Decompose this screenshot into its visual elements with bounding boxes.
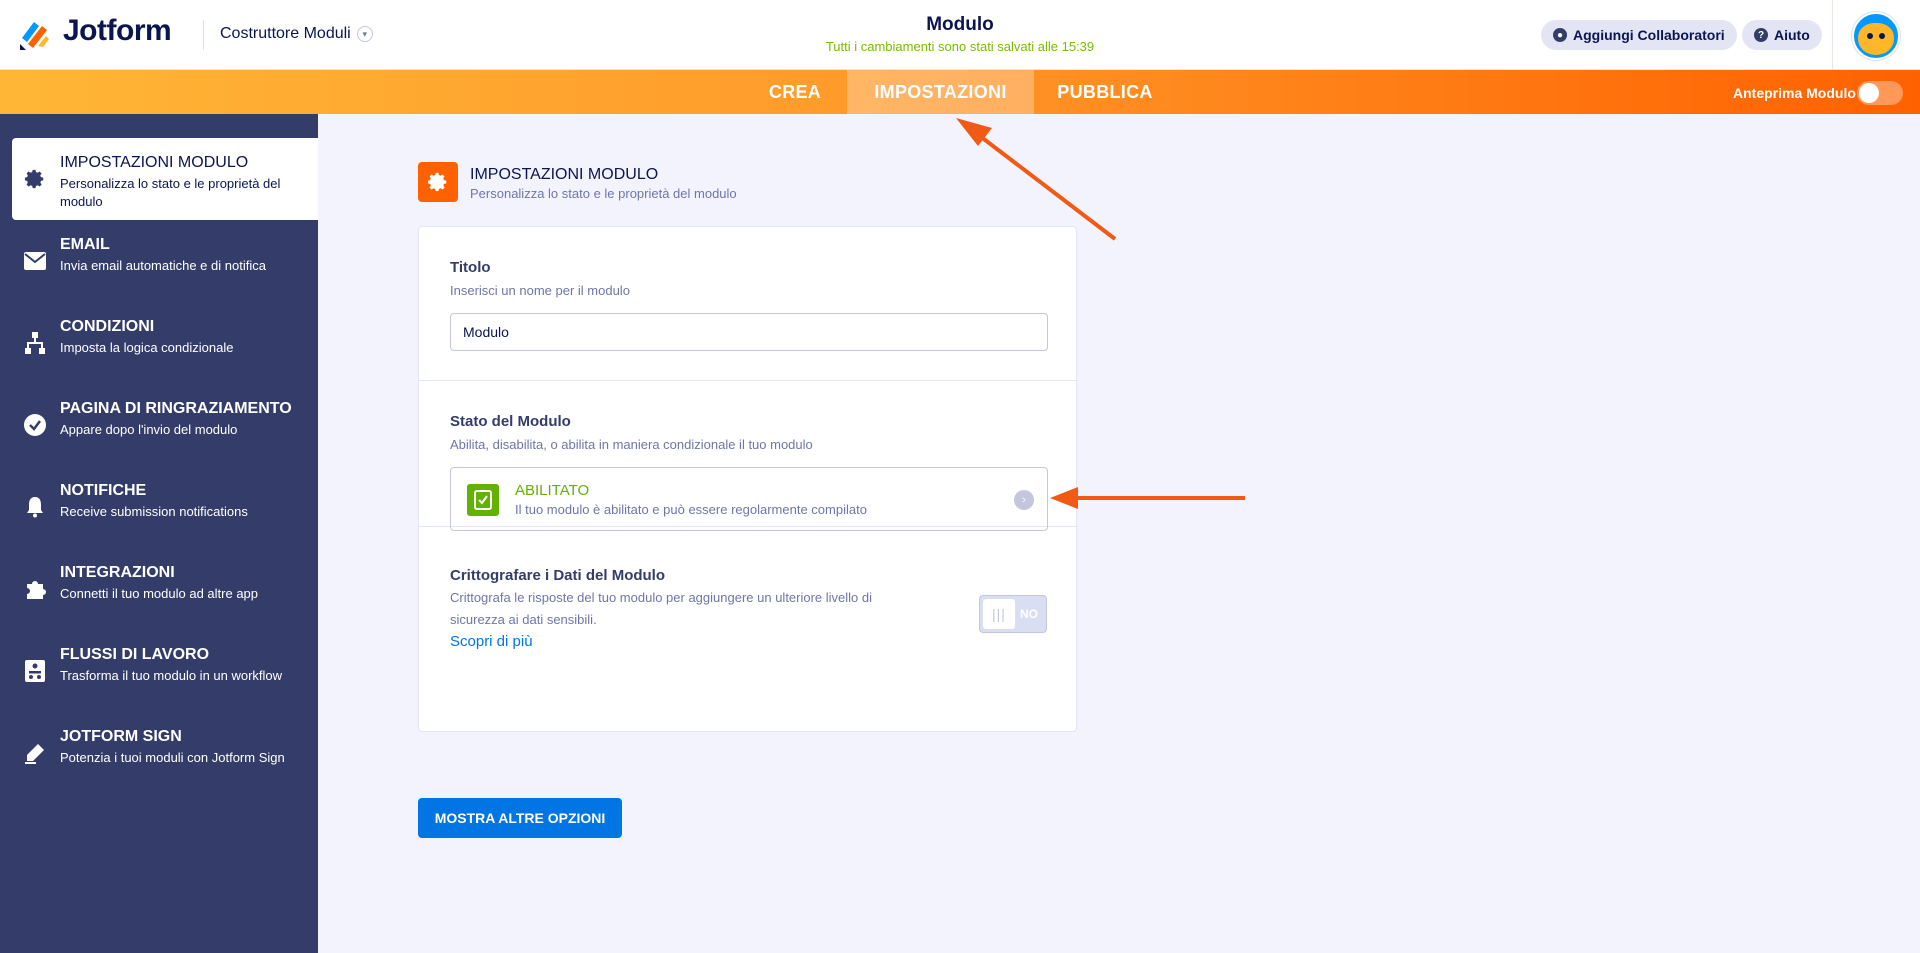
sidebar-item-desc: Invia email automatiche e di notifica — [60, 258, 266, 273]
gear-icon — [418, 162, 458, 202]
question-icon: ? — [1754, 28, 1768, 42]
encrypt-label: Crittografare i Dati del Modulo — [450, 567, 666, 584]
status-value: ABILITATO — [515, 482, 590, 499]
sidebar-item-title: NOTIFICHE — [60, 482, 147, 499]
sidebar-item-desc: Trasforma il tuo modulo in un workflow — [60, 668, 283, 683]
status-setting: Stato del Modulo Abilita, disabilita, o … — [419, 381, 1078, 531]
settings-card: Titolo Inserisci un nome per il modulo S… — [418, 226, 1078, 732]
status-label: Stato del Modulo — [450, 413, 571, 430]
builder-dropdown[interactable]: Costruttore Moduli ▾ — [220, 25, 373, 43]
brand-name[interactable]: Jotform — [63, 14, 172, 48]
sidebar-item-title: FLUSSI DI LAVORO — [60, 646, 210, 663]
tab-crea[interactable]: CREA — [745, 70, 845, 114]
header-divider — [203, 20, 204, 50]
title-setting: Titolo Inserisci un nome per il modulo — [419, 227, 1078, 381]
sidebar-item-desc: Appare dopo l'invio del modulo — [60, 422, 238, 437]
title-help: Inserisci un nome per il modulo — [450, 283, 630, 298]
preview-label: Anteprima Modulo — [1733, 85, 1856, 101]
check-circle-icon — [24, 414, 46, 436]
sidebar-item-title: EMAIL — [60, 236, 110, 253]
sidebar-item-flussi-di-lavoro[interactable]: FLUSSI DI LAVORO Trasforma il tuo modulo… — [12, 630, 318, 712]
arrow-to-status — [1050, 487, 1245, 509]
avatar-divider — [1832, 0, 1833, 70]
show-more-options-button[interactable]: MOSTRA ALTRE OPZIONI — [418, 798, 622, 838]
sidebar-item-integrazioni[interactable]: INTEGRAZIONI Connetti il tuo modulo ad a… — [12, 548, 318, 630]
learn-more-link[interactable]: Scopri di più — [450, 633, 533, 650]
encrypt-toggle-label: NO — [1020, 607, 1038, 621]
main-nav: CREA IMPOSTAZIONI PUBBLICA Anteprima Mod… — [0, 70, 1920, 114]
sidebar-item-desc: Potenzia i tuoi moduli con Jotform Sign — [60, 750, 285, 765]
jotform-logo-icon[interactable] — [18, 16, 50, 52]
form-enabled-icon — [467, 484, 499, 516]
form-title-input[interactable] — [450, 313, 1048, 351]
preview-toggle[interactable] — [1857, 81, 1903, 105]
avatar-face-icon — [1858, 23, 1894, 55]
gear-icon — [24, 168, 46, 190]
grip-icon: ||| — [983, 599, 1015, 629]
builder-label: Costruttore Moduli — [220, 25, 351, 42]
add-collaborators-button[interactable]: ● Aggiungi Collaboratori — [1541, 20, 1737, 50]
sidebar-item-title: JOTFORM SIGN — [60, 728, 182, 745]
bell-icon — [24, 496, 46, 518]
toggle-knob — [1859, 83, 1879, 103]
tab-pubblica[interactable]: PUBBLICA — [1034, 70, 1176, 114]
top-bar: Jotform Costruttore Moduli ▾ Modulo Tutt… — [0, 0, 1920, 70]
avatar[interactable] — [1852, 12, 1900, 60]
arrow-to-settings-tab — [956, 118, 1117, 241]
section-desc: Personalizza lo stato e le proprietà del… — [470, 186, 737, 201]
sidebar-item-email[interactable]: EMAIL Invia email automatiche e di notif… — [12, 220, 318, 302]
tab-impostazioni[interactable]: IMPOSTAZIONI — [847, 70, 1034, 114]
encrypt-help-line2: sicurezza ai dati sensibili. — [450, 612, 597, 627]
encrypt-toggle[interactable]: ||| NO — [979, 595, 1047, 633]
sidebar-item-desc: Imposta la logica condizionale — [60, 340, 234, 355]
puzzle-icon — [24, 578, 46, 600]
settings-sidebar: IMPOSTAZIONI MODULO Personalizza lo stat… — [0, 114, 318, 953]
sidebar-item-title: CONDIZIONI — [60, 318, 155, 335]
help-button[interactable]: ? Aiuto — [1742, 20, 1822, 50]
chevron-down-icon: ▾ — [356, 26, 373, 42]
envelope-icon — [24, 250, 46, 272]
form-status-selector[interactable]: ABILITATO Il tuo modulo è abilitato e pu… — [450, 467, 1048, 531]
sidebar-item-title: IMPOSTAZIONI MODULO — [60, 154, 249, 171]
sidebar-item-title: PAGINA DI RINGRAZIAMENTO — [60, 400, 292, 417]
sidebar-item-desc: Personalizza lo stato e le proprietà del… — [60, 176, 281, 209]
sidebar-item-desc: Connetti il tuo modulo ad altre app — [60, 586, 259, 601]
title-label: Titolo — [450, 259, 491, 276]
section-title: IMPOSTAZIONI MODULO — [470, 166, 659, 183]
encrypt-help-line1: Crittografa le risposte del tuo modulo p… — [450, 590, 873, 605]
help-label: Aiuto — [1774, 27, 1810, 43]
status-help: Abilita, disabilita, o abilita in manier… — [450, 437, 813, 452]
pen-icon — [24, 742, 46, 764]
workflow-icon — [24, 660, 46, 682]
sidebar-item-jotform-sign[interactable]: JOTFORM SIGN Potenzia i tuoi moduli con … — [12, 712, 318, 794]
chevron-right-icon: › — [1014, 490, 1034, 510]
encrypt-setting: Crittografare i Dati del Modulo Crittogr… — [419, 527, 1078, 731]
sitemap-icon — [24, 332, 46, 354]
sidebar-item-desc: Receive submission notifications — [60, 504, 248, 519]
sidebar-item-notifiche[interactable]: NOTIFICHE Receive submission notificatio… — [12, 466, 318, 548]
sidebar-item-pagina-ringraziamento[interactable]: PAGINA DI RINGRAZIAMENTO Appare dopo l'i… — [12, 384, 318, 466]
sidebar-item-title: INTEGRAZIONI — [60, 564, 175, 581]
add-collaborators-label: Aggiungi Collaboratori — [1573, 27, 1725, 43]
sidebar-item-impostazioni-modulo[interactable]: IMPOSTAZIONI MODULO Personalizza lo stat… — [12, 138, 318, 220]
sidebar-item-condizioni[interactable]: CONDIZIONI Imposta la logica condizional… — [12, 302, 318, 384]
user-icon: ● — [1553, 28, 1567, 42]
status-value-desc: Il tuo modulo è abilitato e può essere r… — [515, 502, 867, 517]
